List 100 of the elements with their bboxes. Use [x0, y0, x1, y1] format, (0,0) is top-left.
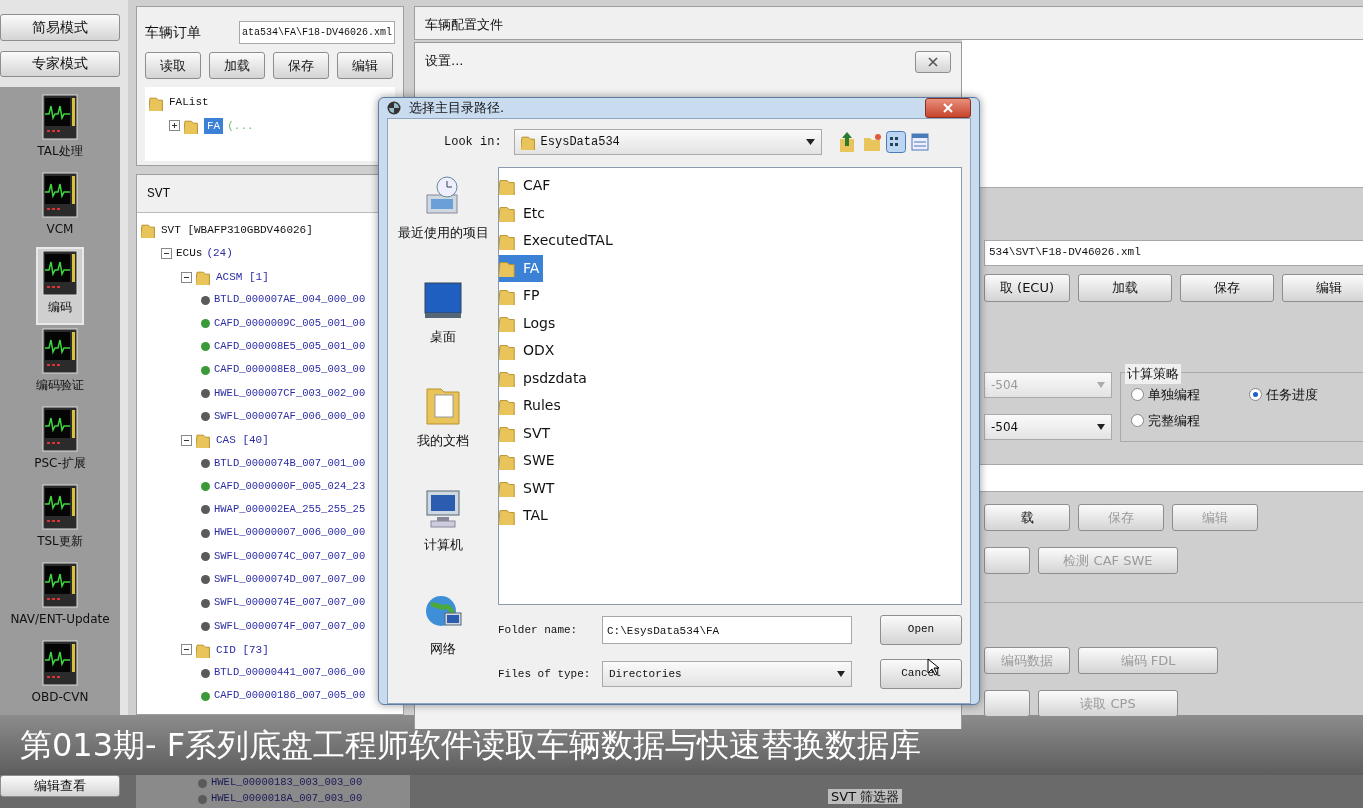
tree-item[interactable]: BTLD_00000441_007_006_00	[214, 665, 366, 681]
tree-item[interactable]: HWAP_000002EA_255_255_25	[214, 502, 366, 518]
tree-item[interactable]: BTLD_000007AE_004_000_00	[214, 292, 366, 309]
close-icon	[943, 103, 953, 113]
collapse-icon[interactable]	[181, 271, 192, 283]
sidebar-item[interactable]: VCM	[36, 169, 84, 247]
file-type-dropdown[interactable]: Directories	[602, 661, 852, 687]
close-button[interactable]	[915, 51, 951, 73]
place-shortcut[interactable]: 最近使用的项目	[396, 175, 490, 279]
folder-item[interactable]: SWT	[499, 474, 559, 502]
action-button[interactable]: 载	[984, 504, 1070, 531]
sidebar-item[interactable]: OBD-CVN	[25, 637, 95, 715]
sidebar-item[interactable]: 编码验证	[30, 325, 90, 403]
tree-item[interactable]: FAList	[169, 94, 209, 111]
path-field[interactable]: ata534\FA\F18-DV46026.xml	[238, 21, 395, 44]
toolbar-button[interactable]: 编辑	[337, 52, 393, 79]
video-caption: 第013期- F系列底盘工程师软件读取车辆数据与快速替换数据库	[20, 725, 922, 766]
monitor-icon	[42, 172, 78, 220]
open-button[interactable]: Open	[880, 615, 962, 645]
collapse-icon[interactable]	[181, 434, 192, 446]
field-label: Files of type:	[498, 666, 592, 682]
tree-item[interactable]: ACSM [1]	[216, 268, 269, 286]
folder-icon	[499, 369, 517, 388]
group-title: 计算策略	[1125, 364, 1181, 384]
blank-button[interactable]	[984, 547, 1030, 574]
tree-item[interactable]: CAS [40]	[216, 431, 269, 449]
folder-item[interactable]: SWE	[499, 447, 559, 475]
caret-icon	[1097, 424, 1105, 430]
place-shortcut[interactable]: 桌面	[396, 279, 490, 383]
folder-name-field[interactable]: C:\EsysData534\FA	[602, 616, 852, 644]
tree-item[interactable]: CAFD_000008E8_005_003_00	[214, 362, 366, 379]
toolbar-button[interactable]: 取 (ECU)	[984, 274, 1070, 302]
folder-item[interactable]: TAL	[499, 502, 552, 530]
field-label: Look in:	[444, 134, 502, 151]
sidebar-button[interactable]: 编辑查看	[0, 775, 120, 797]
tree-item[interactable]: CAFD_000008E5_005_001_00	[214, 339, 366, 355]
folder-item[interactable]: Logs	[499, 309, 560, 337]
tree-item[interactable]: HWEL_00000183_003_003_00	[211, 775, 363, 791]
cancel-button[interactable]: Cancel	[880, 659, 962, 689]
toolbar-button[interactable]: 保存	[1180, 274, 1274, 302]
place-shortcut[interactable]: 网络	[396, 591, 490, 695]
tree-item[interactable]: SWFL_0000074F_007_007_00	[214, 618, 366, 635]
folder-item[interactable]: FP	[499, 282, 544, 310]
place-shortcut[interactable]: 我的文档	[396, 383, 490, 487]
folder-item[interactable]: ExecutedTAL	[499, 227, 617, 255]
tree-item[interactable]: ECUs	[176, 245, 203, 262]
sidebar-item[interactable]: TSL更新	[31, 481, 89, 559]
tree-item[interactable]: SVT [WBAFP310GBDV46026]	[161, 222, 313, 239]
tree-item[interactable]: CAFD_0000009C_005_001_00	[214, 315, 366, 332]
folder-item[interactable]: Rules	[499, 392, 565, 420]
sidebar-item[interactable]: 编码	[36, 247, 84, 325]
dropdown-value: EsysData534	[540, 134, 620, 151]
window-title: 选择主目录路径.	[409, 99, 505, 118]
sidebar-item[interactable]: NAV/ENT-Update	[4, 559, 116, 637]
details-view-icon[interactable]	[909, 131, 930, 153]
folder-item[interactable]: Etc	[499, 199, 550, 227]
list-view-icon[interactable]	[885, 131, 906, 153]
sidebar-item[interactable]: TAL处理	[31, 91, 89, 169]
sidebar-item[interactable]: PSC-扩展	[28, 403, 92, 481]
tree-item[interactable]: HWEL_0000018A_007_003_00	[211, 791, 363, 807]
tree-item[interactable]: HWEL_000007CF_003_002_00	[214, 385, 366, 402]
dropdown[interactable]: -504	[984, 414, 1112, 440]
tree-item[interactable]: SWFL_0000074E_007_007_00	[214, 595, 366, 612]
tree-item[interactable]: SWFL_0000074D_007_007_00	[214, 572, 366, 588]
look-in-dropdown[interactable]: EsysData534	[513, 129, 822, 155]
tree-item[interactable]: SWFL_000007AF_006_000_00	[214, 408, 366, 425]
tree-item[interactable]: BTLD_0000074B_007_001_00	[214, 455, 366, 472]
tree-item[interactable]: HWEL_00000007_006_000_00	[214, 525, 366, 542]
collapse-icon[interactable]	[161, 248, 172, 260]
mode-button[interactable]: 简易模式	[0, 14, 120, 41]
mode-button[interactable]: 专家模式	[0, 50, 120, 77]
close-button[interactable]	[925, 98, 971, 118]
tree-item[interactable]: CAFD_00000186_007_005_00	[214, 688, 366, 705]
place-shortcut[interactable]: 计算机	[396, 487, 490, 591]
caret-icon	[837, 671, 845, 677]
item-note: (...	[227, 118, 254, 134]
toolbar-button[interactable]: 读取	[145, 52, 201, 79]
tree-item[interactable]: SWFL_0000074C_007_007_00	[214, 548, 366, 565]
computer-icon	[423, 487, 463, 531]
tree-item[interactable]: CAFD_0000000F_005_024_23	[214, 478, 366, 495]
radio-option[interactable]: 单独编程	[1131, 385, 1249, 405]
expand-icon[interactable]	[169, 120, 180, 132]
toolbar-button[interactable]: 加载	[209, 52, 265, 79]
folder-item[interactable]: ODX	[499, 337, 559, 365]
radio-option[interactable]: 任务进度	[1249, 385, 1363, 405]
field-label: Folder name:	[498, 622, 579, 638]
tree-item[interactable]: CID [73]	[216, 641, 269, 658]
radio-option[interactable]: 完整编程	[1131, 410, 1249, 430]
toolbar-button[interactable]: 编辑	[1282, 274, 1363, 302]
toolbar-button[interactable]: 保存	[273, 52, 329, 79]
item-count: (24)	[206, 246, 233, 262]
folder-item[interactable]: SVT	[499, 419, 554, 447]
collapse-icon[interactable]	[181, 644, 192, 656]
folder-item[interactable]: psdzdata	[499, 364, 591, 392]
tree-item[interactable]: FA	[204, 117, 224, 135]
folder-item[interactable]: CAF	[499, 172, 555, 200]
blank-button[interactable]	[984, 690, 1030, 717]
folder-item[interactable]: FA	[499, 254, 544, 282]
path-field[interactable]: 534\SVT\F18-DV46026.xml	[984, 240, 1363, 266]
toolbar-button[interactable]: 加载	[1078, 274, 1172, 302]
